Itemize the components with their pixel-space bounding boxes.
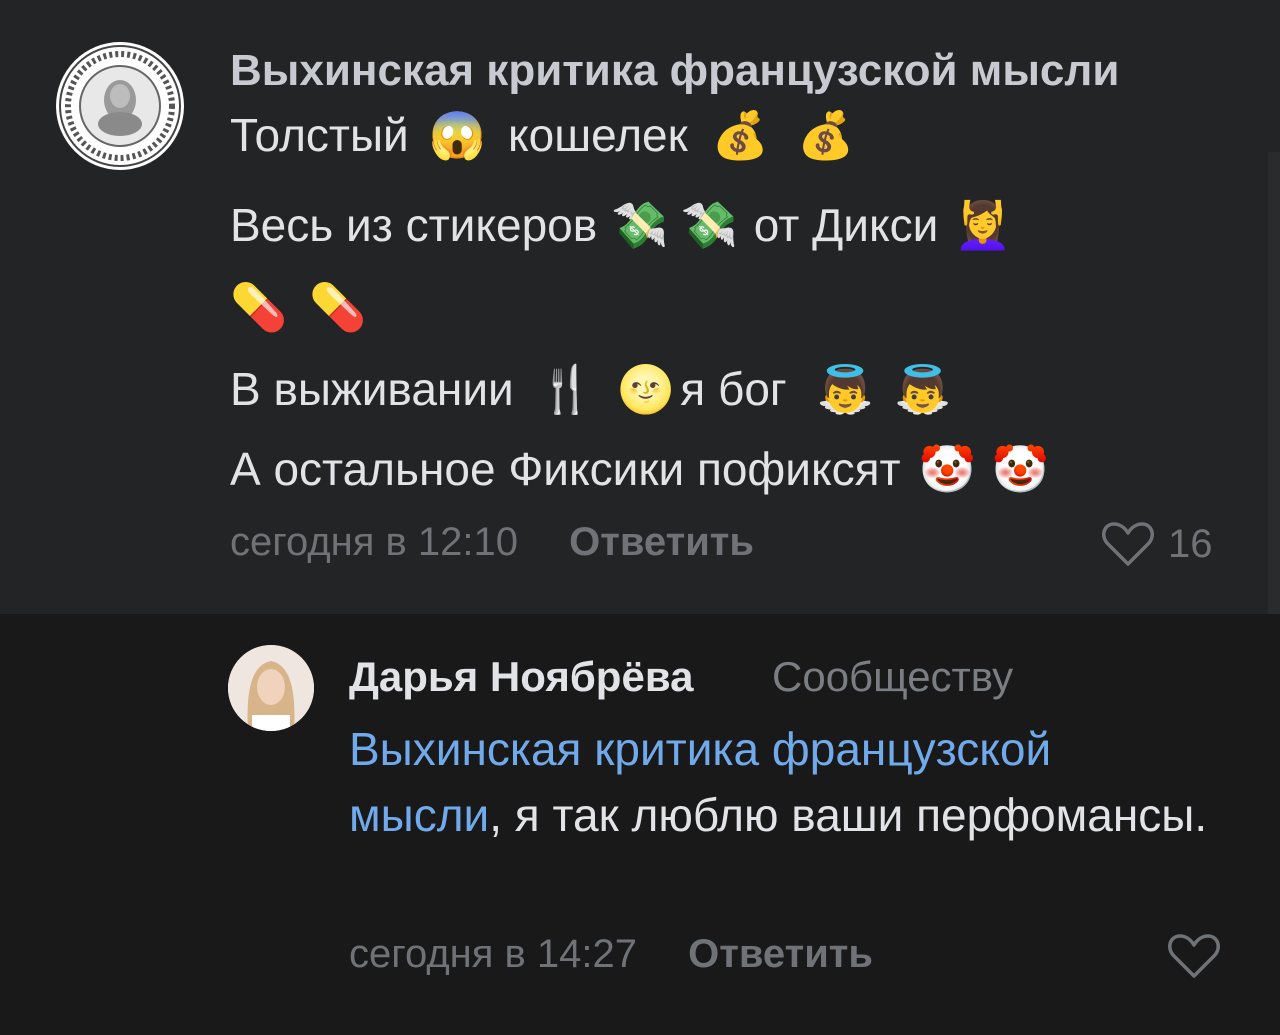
comment-line-2: Весь из стикеров 💸 💸 от Дикси 💆‍♀️	[230, 190, 1018, 260]
heart-icon	[1102, 522, 1154, 566]
reply-button[interactable]: Ответить	[688, 932, 873, 976]
comment-meta: сегодня в 12:10 Ответить	[230, 520, 754, 565]
text-fragment: я бог	[680, 363, 787, 415]
comment-line-3: 💊 💊	[230, 272, 373, 342]
text-fragment: А остальное Фиксики пофиксят	[230, 443, 901, 495]
massage-emoji-icon: 💆‍♀️	[954, 199, 1012, 251]
like-count: 16	[1168, 521, 1213, 566]
pill-emoji-icon: 💊	[309, 281, 367, 333]
reply-time: сегодня в 14:27	[349, 932, 637, 976]
text-fragment: Весь из стикеров	[230, 199, 598, 251]
reply-to-label[interactable]: Сообществу	[772, 653, 1013, 701]
pill-emoji-icon: 💊	[230, 281, 288, 333]
comment-time: сегодня в 12:10	[230, 520, 518, 564]
reply-button[interactable]: Ответить	[569, 520, 754, 564]
like-button[interactable]: 16	[1100, 520, 1213, 568]
money-wings-emoji-icon: 💸	[680, 199, 738, 251]
heart-icon	[1168, 934, 1220, 978]
comment-author[interactable]: Выхинская критика французской мысли	[230, 46, 1119, 96]
seal-logo-icon	[59, 45, 181, 167]
scream-emoji-icon: 😱	[428, 109, 487, 161]
reply-author[interactable]: Дарья Ноябрёва	[349, 653, 693, 701]
comment-line-4: В выживании 🍴 🌝 я бог 👼 👼	[230, 354, 957, 424]
clown-emoji-icon: 🤡	[918, 443, 976, 495]
money-bag-emoji-icon: 💰	[711, 109, 770, 161]
reply-meta: сегодня в 14:27 Ответить	[349, 932, 873, 977]
money-bag-emoji-icon: 💰	[797, 109, 855, 161]
clown-emoji-icon: 🤡	[991, 443, 1050, 495]
text-fragment: В выживании	[230, 363, 514, 415]
reply-body: , я так люблю ваши перфомансы.	[489, 789, 1208, 841]
money-wings-emoji-icon: 💸	[611, 199, 669, 251]
text-fragment: кошелек	[508, 109, 688, 161]
angel-emoji-icon: 👼	[893, 363, 952, 415]
text-fragment: Толстый	[230, 109, 409, 161]
comment-line-5: А остальное Фиксики пофиксят 🤡 🤡	[230, 434, 1055, 504]
user-avatar[interactable]	[228, 645, 314, 731]
angel-emoji-icon: 👼	[816, 363, 874, 415]
reply-text: Выхинская критика французской мысли, я т…	[349, 716, 1209, 848]
comment-line-1: Толстый 😱 кошелек 💰 💰	[230, 100, 860, 170]
fork-knife-emoji-icon: 🍴	[537, 363, 596, 415]
community-avatar[interactable]	[56, 42, 184, 170]
user-photo-icon	[228, 645, 314, 731]
full-moon-face-emoji-icon: 🌝	[617, 363, 675, 415]
scrollbar[interactable]	[1268, 152, 1280, 614]
text-fragment: от Дикси	[753, 199, 939, 251]
like-button[interactable]	[1166, 932, 1222, 985]
